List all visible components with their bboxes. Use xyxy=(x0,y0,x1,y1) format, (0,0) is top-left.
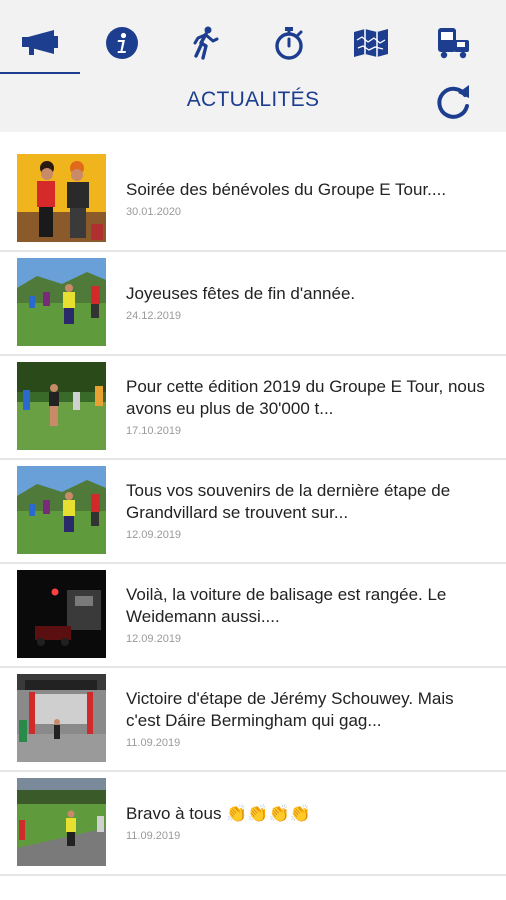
news-text: Bravo à tous 👏👏👏👏 11.09.2019 xyxy=(126,772,488,872)
tab-info[interactable] xyxy=(97,18,147,68)
tab-race[interactable] xyxy=(180,18,230,68)
news-date: 17.10.2019 xyxy=(126,424,182,437)
news-thumbnail xyxy=(17,258,106,346)
news-title: Joyeuses fêtes de fin d'année. xyxy=(126,283,356,303)
info-icon xyxy=(106,27,138,59)
news-text: Voilà, la voiture de balisage est rangée… xyxy=(126,564,488,664)
news-title: Victoire d'étape de Jérémy Schouwey. Mai… xyxy=(126,688,454,730)
tab-transport[interactable] xyxy=(428,18,478,68)
news-item[interactable]: Victoire d'étape de Jérémy Schouwey. Mai… xyxy=(0,668,506,772)
tab-news[interactable] xyxy=(15,18,65,68)
news-title: Bravo à tous 👏👏👏👏 xyxy=(126,803,311,823)
news-item[interactable]: Pour cette édition 2019 du Groupe E Tour… xyxy=(0,356,506,460)
tab-map[interactable] xyxy=(346,18,396,68)
top-bar: ACTUALITÉS xyxy=(0,0,506,132)
news-thumbnail xyxy=(17,362,106,450)
news-text: Soirée des bénévoles du Groupe E Tour...… xyxy=(126,148,488,248)
news-title: Pour cette édition 2019 du Groupe E Tour… xyxy=(126,376,485,418)
map-icon xyxy=(354,29,388,57)
news-text: Joyeuses fêtes de fin d'année. 24.12.201… xyxy=(126,252,488,352)
news-text: Victoire d'étape de Jérémy Schouwey. Mai… xyxy=(126,668,488,768)
news-date: 12.09.2019 xyxy=(126,528,182,541)
news-text: Tous vos souvenirs de la dernière étape … xyxy=(126,460,488,560)
tab-timing[interactable] xyxy=(264,18,314,68)
runner-icon xyxy=(193,26,219,60)
news-thumbnail xyxy=(17,570,106,658)
news-list: Soirée des bénévoles du Groupe E Tour...… xyxy=(0,148,506,876)
news-date: 11.09.2019 xyxy=(126,736,181,749)
news-title: Tous vos souvenirs de la dernière étape … xyxy=(126,480,451,522)
news-thumbnail xyxy=(17,154,106,242)
refresh-icon xyxy=(437,85,469,119)
news-date: 30.01.2020 xyxy=(126,205,182,218)
news-item[interactable]: Tous vos souvenirs de la dernière étape … xyxy=(0,460,506,564)
news-item[interactable]: Joyeuses fêtes de fin d'année. 24.12.201… xyxy=(0,252,506,356)
news-date: 24.12.2019 xyxy=(126,309,182,322)
news-thumbnail xyxy=(17,778,106,866)
news-item[interactable]: Voilà, la voiture de balisage est rangée… xyxy=(0,564,506,668)
vehicle-icon xyxy=(438,28,469,59)
news-thumbnail xyxy=(17,466,106,554)
news-date: 12.09.2019 xyxy=(126,632,182,645)
megaphone-icon xyxy=(22,30,58,55)
news-title: Soirée des bénévoles du Groupe E Tour...… xyxy=(126,179,447,199)
news-thumbnail xyxy=(17,674,106,762)
news-title: Voilà, la voiture de balisage est rangée… xyxy=(126,584,447,626)
active-tab-indicator xyxy=(0,72,80,74)
tab-bar xyxy=(0,0,506,80)
news-item[interactable]: Bravo à tous 👏👏👏👏 11.09.2019 xyxy=(0,772,506,876)
news-item[interactable]: Soirée des bénévoles du Groupe E Tour...… xyxy=(0,148,506,252)
news-date: 11.09.2019 xyxy=(126,829,181,842)
refresh-button[interactable] xyxy=(432,80,476,124)
page-title: ACTUALITÉS xyxy=(186,88,320,111)
news-text: Pour cette édition 2019 du Groupe E Tour… xyxy=(126,356,488,456)
stopwatch-icon xyxy=(275,27,303,60)
